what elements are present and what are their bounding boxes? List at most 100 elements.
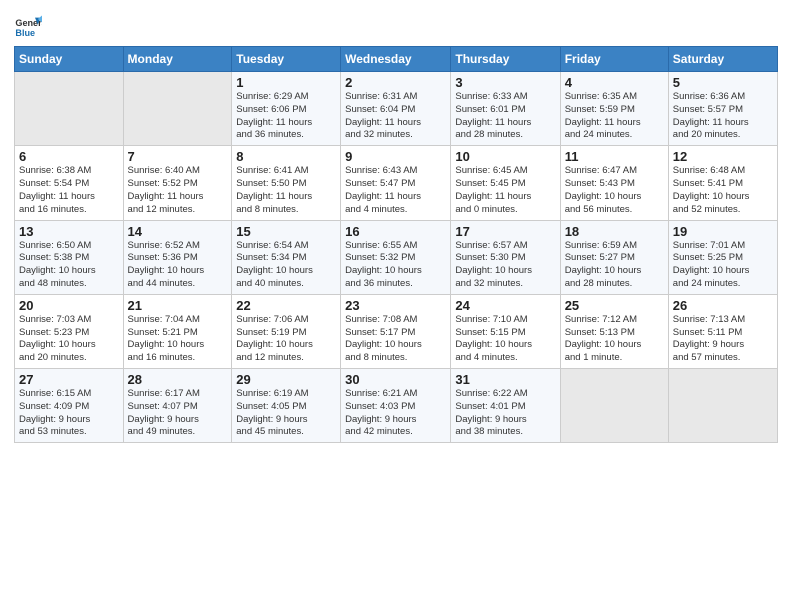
day-info: Sunrise: 6:35 AM Sunset: 5:59 PM Dayligh… xyxy=(565,91,664,142)
day-number: 3 xyxy=(455,75,555,90)
day-info: Sunrise: 7:01 AM Sunset: 5:25 PM Dayligh… xyxy=(673,240,773,291)
calendar-cell: 30Sunrise: 6:21 AM Sunset: 4:03 PM Dayli… xyxy=(341,369,451,443)
calendar-cell: 31Sunrise: 6:22 AM Sunset: 4:01 PM Dayli… xyxy=(451,369,560,443)
day-info: Sunrise: 6:31 AM Sunset: 6:04 PM Dayligh… xyxy=(345,91,446,142)
calendar-header: SundayMondayTuesdayWednesdayThursdayFrid… xyxy=(15,47,778,72)
calendar-cell: 20Sunrise: 7:03 AM Sunset: 5:23 PM Dayli… xyxy=(15,294,124,368)
calendar-cell: 6Sunrise: 6:38 AM Sunset: 5:54 PM Daylig… xyxy=(15,146,124,220)
day-info: Sunrise: 7:08 AM Sunset: 5:17 PM Dayligh… xyxy=(345,314,446,365)
day-number: 9 xyxy=(345,149,446,164)
day-info: Sunrise: 6:55 AM Sunset: 5:32 PM Dayligh… xyxy=(345,240,446,291)
day-number: 19 xyxy=(673,224,773,239)
main-container: General Blue SundayMondayTuesdayWednesda… xyxy=(0,0,792,451)
weekday-header-tuesday: Tuesday xyxy=(232,47,341,72)
day-number: 15 xyxy=(236,224,336,239)
calendar-cell: 12Sunrise: 6:48 AM Sunset: 5:41 PM Dayli… xyxy=(668,146,777,220)
day-info: Sunrise: 6:36 AM Sunset: 5:57 PM Dayligh… xyxy=(673,91,773,142)
day-number: 20 xyxy=(19,298,119,313)
day-info: Sunrise: 6:57 AM Sunset: 5:30 PM Dayligh… xyxy=(455,240,555,291)
day-info: Sunrise: 6:15 AM Sunset: 4:09 PM Dayligh… xyxy=(19,388,119,439)
calendar-cell xyxy=(15,72,124,146)
weekday-header-wednesday: Wednesday xyxy=(341,47,451,72)
day-info: Sunrise: 7:04 AM Sunset: 5:21 PM Dayligh… xyxy=(128,314,228,365)
weekday-header-thursday: Thursday xyxy=(451,47,560,72)
day-number: 2 xyxy=(345,75,446,90)
day-number: 17 xyxy=(455,224,555,239)
day-number: 22 xyxy=(236,298,336,313)
calendar-cell: 3Sunrise: 6:33 AM Sunset: 6:01 PM Daylig… xyxy=(451,72,560,146)
calendar-cell: 18Sunrise: 6:59 AM Sunset: 5:27 PM Dayli… xyxy=(560,220,668,294)
logo-icon: General Blue xyxy=(14,12,42,40)
day-number: 6 xyxy=(19,149,119,164)
day-number: 24 xyxy=(455,298,555,313)
svg-text:Blue: Blue xyxy=(15,28,35,38)
weekday-header-saturday: Saturday xyxy=(668,47,777,72)
day-number: 16 xyxy=(345,224,446,239)
calendar-cell: 9Sunrise: 6:43 AM Sunset: 5:47 PM Daylig… xyxy=(341,146,451,220)
calendar-cell: 11Sunrise: 6:47 AM Sunset: 5:43 PM Dayli… xyxy=(560,146,668,220)
day-info: Sunrise: 6:50 AM Sunset: 5:38 PM Dayligh… xyxy=(19,240,119,291)
day-number: 18 xyxy=(565,224,664,239)
day-info: Sunrise: 6:19 AM Sunset: 4:05 PM Dayligh… xyxy=(236,388,336,439)
calendar-cell: 29Sunrise: 6:19 AM Sunset: 4:05 PM Dayli… xyxy=(232,369,341,443)
day-info: Sunrise: 6:45 AM Sunset: 5:45 PM Dayligh… xyxy=(455,165,555,216)
calendar-cell: 7Sunrise: 6:40 AM Sunset: 5:52 PM Daylig… xyxy=(123,146,232,220)
day-info: Sunrise: 6:21 AM Sunset: 4:03 PM Dayligh… xyxy=(345,388,446,439)
calendar-cell: 14Sunrise: 6:52 AM Sunset: 5:36 PM Dayli… xyxy=(123,220,232,294)
day-number: 14 xyxy=(128,224,228,239)
day-info: Sunrise: 6:17 AM Sunset: 4:07 PM Dayligh… xyxy=(128,388,228,439)
day-info: Sunrise: 6:47 AM Sunset: 5:43 PM Dayligh… xyxy=(565,165,664,216)
day-info: Sunrise: 7:03 AM Sunset: 5:23 PM Dayligh… xyxy=(19,314,119,365)
calendar-cell: 19Sunrise: 7:01 AM Sunset: 5:25 PM Dayli… xyxy=(668,220,777,294)
day-number: 28 xyxy=(128,372,228,387)
day-number: 21 xyxy=(128,298,228,313)
day-info: Sunrise: 6:48 AM Sunset: 5:41 PM Dayligh… xyxy=(673,165,773,216)
day-info: Sunrise: 7:13 AM Sunset: 5:11 PM Dayligh… xyxy=(673,314,773,365)
day-number: 11 xyxy=(565,149,664,164)
day-number: 23 xyxy=(345,298,446,313)
day-number: 27 xyxy=(19,372,119,387)
calendar-cell: 22Sunrise: 7:06 AM Sunset: 5:19 PM Dayli… xyxy=(232,294,341,368)
calendar-cell: 23Sunrise: 7:08 AM Sunset: 5:17 PM Dayli… xyxy=(341,294,451,368)
calendar-cell: 10Sunrise: 6:45 AM Sunset: 5:45 PM Dayli… xyxy=(451,146,560,220)
day-number: 31 xyxy=(455,372,555,387)
calendar-cell: 13Sunrise: 6:50 AM Sunset: 5:38 PM Dayli… xyxy=(15,220,124,294)
calendar-cell: 8Sunrise: 6:41 AM Sunset: 5:50 PM Daylig… xyxy=(232,146,341,220)
calendar-cell: 24Sunrise: 7:10 AM Sunset: 5:15 PM Dayli… xyxy=(451,294,560,368)
day-number: 8 xyxy=(236,149,336,164)
day-number: 30 xyxy=(345,372,446,387)
day-info: Sunrise: 6:22 AM Sunset: 4:01 PM Dayligh… xyxy=(455,388,555,439)
day-info: Sunrise: 6:33 AM Sunset: 6:01 PM Dayligh… xyxy=(455,91,555,142)
calendar-cell: 27Sunrise: 6:15 AM Sunset: 4:09 PM Dayli… xyxy=(15,369,124,443)
day-number: 26 xyxy=(673,298,773,313)
day-info: Sunrise: 6:59 AM Sunset: 5:27 PM Dayligh… xyxy=(565,240,664,291)
calendar-cell: 21Sunrise: 7:04 AM Sunset: 5:21 PM Dayli… xyxy=(123,294,232,368)
day-info: Sunrise: 6:40 AM Sunset: 5:52 PM Dayligh… xyxy=(128,165,228,216)
calendar-cell: 2Sunrise: 6:31 AM Sunset: 6:04 PM Daylig… xyxy=(341,72,451,146)
day-info: Sunrise: 6:29 AM Sunset: 6:06 PM Dayligh… xyxy=(236,91,336,142)
day-number: 10 xyxy=(455,149,555,164)
calendar-cell xyxy=(560,369,668,443)
weekday-header-monday: Monday xyxy=(123,47,232,72)
day-number: 7 xyxy=(128,149,228,164)
day-info: Sunrise: 6:43 AM Sunset: 5:47 PM Dayligh… xyxy=(345,165,446,216)
day-info: Sunrise: 6:38 AM Sunset: 5:54 PM Dayligh… xyxy=(19,165,119,216)
calendar-cell: 4Sunrise: 6:35 AM Sunset: 5:59 PM Daylig… xyxy=(560,72,668,146)
weekday-header-friday: Friday xyxy=(560,47,668,72)
calendar-cell xyxy=(123,72,232,146)
calendar-cell: 1Sunrise: 6:29 AM Sunset: 6:06 PM Daylig… xyxy=(232,72,341,146)
calendar-cell: 25Sunrise: 7:12 AM Sunset: 5:13 PM Dayli… xyxy=(560,294,668,368)
day-number: 13 xyxy=(19,224,119,239)
day-info: Sunrise: 7:10 AM Sunset: 5:15 PM Dayligh… xyxy=(455,314,555,365)
day-info: Sunrise: 6:54 AM Sunset: 5:34 PM Dayligh… xyxy=(236,240,336,291)
day-number: 25 xyxy=(565,298,664,313)
day-number: 5 xyxy=(673,75,773,90)
day-number: 1 xyxy=(236,75,336,90)
day-number: 12 xyxy=(673,149,773,164)
day-info: Sunrise: 6:52 AM Sunset: 5:36 PM Dayligh… xyxy=(128,240,228,291)
logo: General Blue xyxy=(14,14,44,40)
calendar-cell: 5Sunrise: 6:36 AM Sunset: 5:57 PM Daylig… xyxy=(668,72,777,146)
day-info: Sunrise: 7:12 AM Sunset: 5:13 PM Dayligh… xyxy=(565,314,664,365)
calendar-table: SundayMondayTuesdayWednesdayThursdayFrid… xyxy=(14,46,778,443)
day-info: Sunrise: 6:41 AM Sunset: 5:50 PM Dayligh… xyxy=(236,165,336,216)
